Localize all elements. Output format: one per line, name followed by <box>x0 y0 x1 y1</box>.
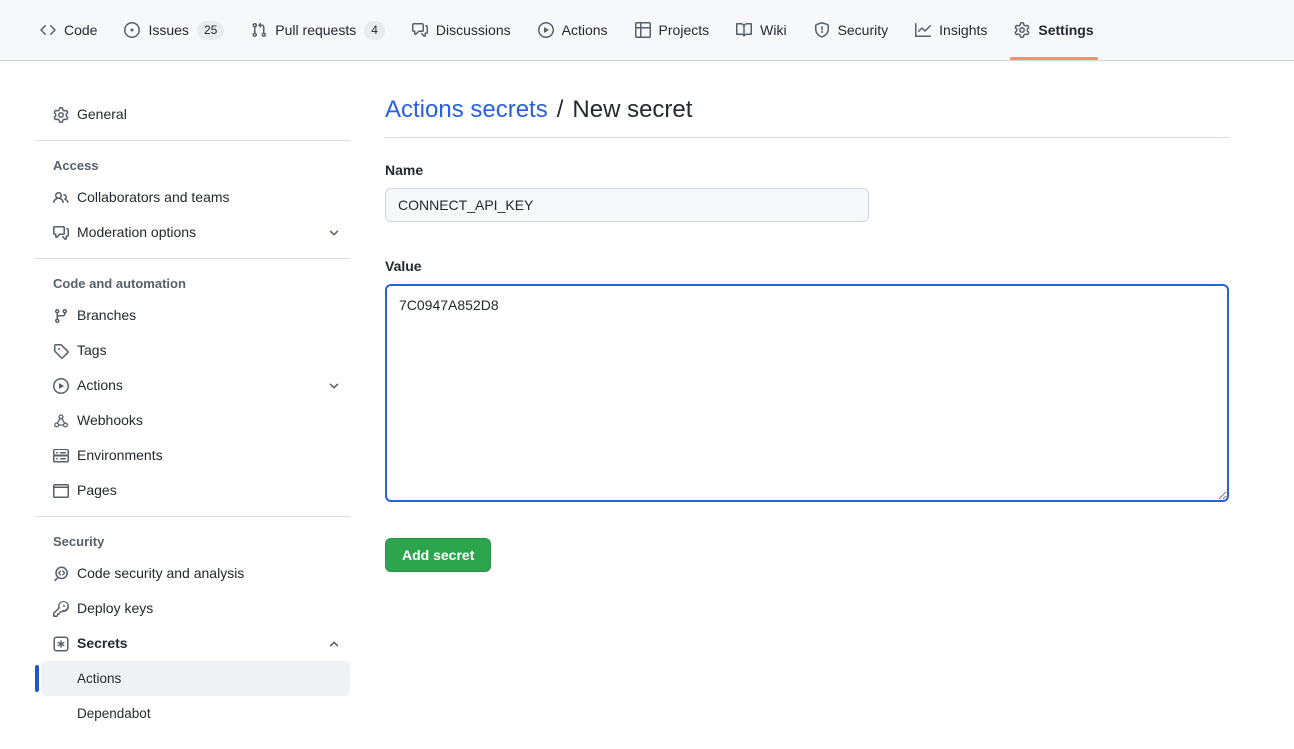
sidebar-subitem-secrets-actions[interactable]: Actions <box>41 661 350 696</box>
sidebar-item-label: Tags <box>77 340 107 361</box>
sidebar-divider <box>35 516 350 517</box>
sidebar-item-collaborators[interactable]: Collaborators and teams <box>35 180 350 215</box>
sidebar-item-label: Secrets <box>77 633 128 654</box>
main-content: Actions secrets / New secret Name Value … <box>385 61 1230 572</box>
page-title: New secret <box>572 95 692 125</box>
gear-icon <box>1014 22 1030 38</box>
pull-requests-count-badge: 4 <box>364 21 385 40</box>
tab-actions[interactable]: Actions <box>530 0 616 60</box>
comment-discussion-icon <box>412 22 428 38</box>
breadcrumb-separator: / <box>557 95 564 125</box>
sidebar-item-label: Code security and analysis <box>77 563 244 584</box>
tab-code[interactable]: Code <box>32 0 105 60</box>
sidebar-item-webhooks[interactable]: Webhooks <box>35 403 350 438</box>
name-label: Name <box>385 160 1230 180</box>
browser-icon <box>53 483 69 499</box>
sidebar-section-code-automation: Code and automation <box>35 267 350 298</box>
tab-security[interactable]: Security <box>806 0 897 60</box>
sidebar-item-label: Deploy keys <box>77 598 153 619</box>
tab-label: Wiki <box>760 22 786 38</box>
shield-icon <box>814 22 830 38</box>
sidebar-item-label: Pages <box>77 480 117 501</box>
comment-discussion-icon <box>53 225 69 241</box>
tab-label: Actions <box>562 22 608 38</box>
git-pull-request-icon <box>251 22 267 38</box>
chevron-down-icon <box>326 225 342 241</box>
table-icon <box>635 22 651 38</box>
heading-divider <box>385 137 1230 138</box>
sidebar-item-general[interactable]: General <box>35 97 350 132</box>
tab-label: Issues <box>148 22 188 38</box>
sidebar-item-label: Actions <box>77 375 123 396</box>
sidebar-divider <box>35 258 350 259</box>
play-icon <box>538 22 554 38</box>
sidebar-item-deploy-keys[interactable]: Deploy keys <box>35 591 350 626</box>
chevron-up-icon <box>326 636 342 652</box>
sidebar-item-label: Environments <box>77 445 163 466</box>
value-label: Value <box>385 256 1230 276</box>
tab-discussions[interactable]: Discussions <box>404 0 519 60</box>
sidebar-item-actions[interactable]: Actions <box>35 368 350 403</box>
key-icon <box>53 601 69 617</box>
sidebar-item-label: Branches <box>77 305 136 326</box>
sidebar-item-label: Actions <box>77 671 121 686</box>
webhook-icon <box>53 413 69 429</box>
tab-settings[interactable]: Settings <box>1006 0 1101 60</box>
tab-issues[interactable]: Issues 25 <box>116 0 232 60</box>
graph-icon <box>915 22 931 38</box>
sidebar-item-environments[interactable]: Environments <box>35 438 350 473</box>
sidebar-item-label: Dependabot <box>77 706 151 721</box>
sidebar-divider <box>35 140 350 141</box>
tab-label: Settings <box>1038 22 1093 38</box>
sidebar-item-label: Moderation options <box>77 222 196 243</box>
chevron-down-icon <box>326 378 342 394</box>
sidebar-section-access: Access <box>35 149 350 180</box>
issue-opened-icon <box>124 22 140 38</box>
add-secret-button[interactable]: Add secret <box>385 538 491 572</box>
sidebar-item-tags[interactable]: Tags <box>35 333 350 368</box>
sidebar-item-branches[interactable]: Branches <box>35 298 350 333</box>
play-icon <box>53 378 69 394</box>
people-icon <box>53 190 69 206</box>
issues-count-badge: 25 <box>197 21 224 40</box>
code-scan-icon <box>53 566 69 582</box>
tab-wiki[interactable]: Wiki <box>728 0 794 60</box>
git-branch-icon <box>53 308 69 324</box>
server-icon <box>53 448 69 464</box>
sidebar-item-code-security[interactable]: Code security and analysis <box>35 556 350 591</box>
sidebar-item-secrets[interactable]: Secrets <box>35 626 350 661</box>
sidebar-item-label: Webhooks <box>77 410 143 431</box>
repo-nav: Code Issues 25 Pull requests 4 Discussio… <box>0 0 1294 61</box>
tab-label: Security <box>838 22 889 38</box>
breadcrumb-actions-secrets-link[interactable]: Actions secrets <box>385 95 548 125</box>
tab-insights[interactable]: Insights <box>907 0 995 60</box>
sidebar-item-label: Collaborators and teams <box>77 187 230 208</box>
book-icon <box>736 22 752 38</box>
sidebar-subitem-secrets-dependabot[interactable]: Dependabot <box>41 696 350 731</box>
gear-icon <box>53 107 69 123</box>
sidebar-item-label: General <box>77 104 127 125</box>
sidebar-item-moderation-options[interactable]: Moderation options <box>35 215 350 250</box>
tag-icon <box>53 343 69 359</box>
tab-projects[interactable]: Projects <box>627 0 718 60</box>
tab-label: Code <box>64 22 97 38</box>
breadcrumb: Actions secrets / New secret <box>385 95 1230 125</box>
sidebar-item-pages[interactable]: Pages <box>35 473 350 508</box>
tab-label: Pull requests <box>275 22 356 38</box>
secret-value-textarea[interactable]: 7C0947A852D8 <box>385 284 1229 502</box>
code-icon <box>40 22 56 38</box>
sidebar-section-security: Security <box>35 525 350 556</box>
settings-sidebar: General Access Collaborators and teams M… <box>35 61 350 731</box>
tab-label: Projects <box>659 22 710 38</box>
asterisk-box-icon <box>53 636 69 652</box>
tab-pull-requests[interactable]: Pull requests 4 <box>243 0 393 60</box>
tab-label: Discussions <box>436 22 511 38</box>
tab-label: Insights <box>939 22 987 38</box>
secret-name-input[interactable] <box>385 188 869 222</box>
